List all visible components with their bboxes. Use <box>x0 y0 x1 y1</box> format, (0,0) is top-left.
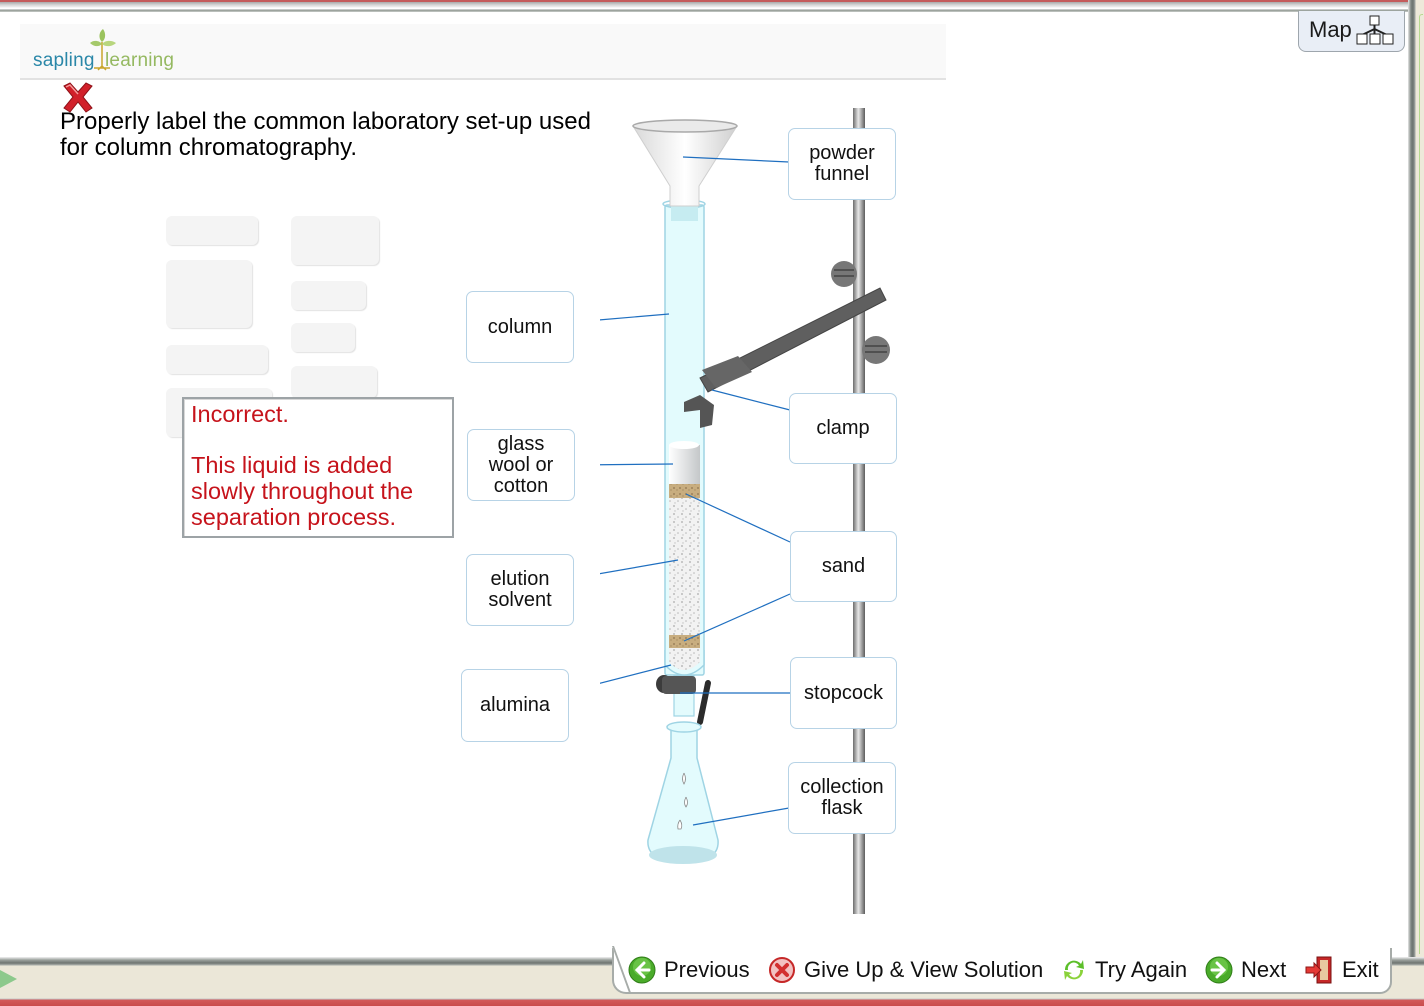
label-bank-slot[interactable] <box>291 216 379 265</box>
next-label: Next <box>1241 957 1287 982</box>
logo-word-sapling: sapling <box>33 50 95 71</box>
try-again-label: Try Again <box>1095 957 1188 982</box>
feedback-box: Incorrect. This liquid is added slowly t… <box>182 397 454 538</box>
previous-label: Previous <box>664 957 750 982</box>
feedback-title: Incorrect. <box>191 401 289 427</box>
give-up-button[interactable]: Give Up & View Solution <box>768 956 1043 984</box>
label-bank-slot[interactable] <box>166 345 268 374</box>
label-elution-solvent[interactable]: elution solvent <box>466 554 574 626</box>
question-prompt: Properly label the common laboratory set… <box>60 108 591 161</box>
refresh-icon <box>1064 960 1084 980</box>
next-button[interactable]: Next <box>1205 956 1286 984</box>
collection-flask-glass <box>647 721 719 864</box>
exit-door-icon <box>1305 956 1332 984</box>
give-up-label: Give Up & View Solution <box>804 957 1044 982</box>
label-column[interactable]: column <box>466 291 574 363</box>
side-panel-inner <box>1419 14 1423 954</box>
play-arrow-icon[interactable] <box>0 970 17 988</box>
label-alumina[interactable]: alumina <box>461 669 569 742</box>
side-panel-edge <box>1408 0 1424 1006</box>
sand-layer-top <box>669 484 700 498</box>
map-button-label: Map <box>1309 17 1352 42</box>
sapling-learning-logo: sapling learning <box>33 28 183 76</box>
glass-wool-plug <box>669 445 700 485</box>
funnel-stem-in-column <box>671 204 698 221</box>
feedback-message: This liquid is added slowly throughout t… <box>191 452 414 530</box>
label-stopcock[interactable]: stopcock <box>790 657 897 729</box>
powder-funnel-glass <box>632 125 738 207</box>
give-up-x-icon <box>769 957 795 983</box>
map-button[interactable]: Map <box>1298 11 1405 52</box>
exit-button[interactable]: Exit <box>1304 956 1379 984</box>
label-bank-slot[interactable] <box>166 216 258 245</box>
label-glass-wool[interactable]: glass wool or cotton <box>467 429 575 501</box>
window-top-border <box>0 0 1424 12</box>
label-bank-slot[interactable] <box>291 323 355 352</box>
label-clamp[interactable]: clamp <box>789 393 897 464</box>
arrow-left-icon <box>628 956 656 984</box>
app-window: sapling learning Map Properly label the … <box>0 0 1424 1006</box>
try-again-button[interactable]: Try Again <box>1061 956 1187 984</box>
label-powder-funnel[interactable]: powder funnel <box>788 128 896 200</box>
exit-label: Exit <box>1342 957 1379 982</box>
label-bank-slot[interactable] <box>291 366 377 398</box>
label-sand[interactable]: sand <box>790 531 897 602</box>
label-bank-slot[interactable] <box>291 281 366 310</box>
alumina-packing <box>669 498 700 635</box>
sand-layer-bottom <box>669 635 700 648</box>
sitemap-icon <box>1356 15 1394 45</box>
label-bank-slot[interactable] <box>166 260 252 328</box>
previous-button[interactable]: Previous <box>628 956 750 984</box>
label-collection-flask[interactable]: collection flask <box>788 762 896 834</box>
logo-word-learning: learning <box>105 50 175 71</box>
arrow-right-icon <box>1205 956 1233 984</box>
